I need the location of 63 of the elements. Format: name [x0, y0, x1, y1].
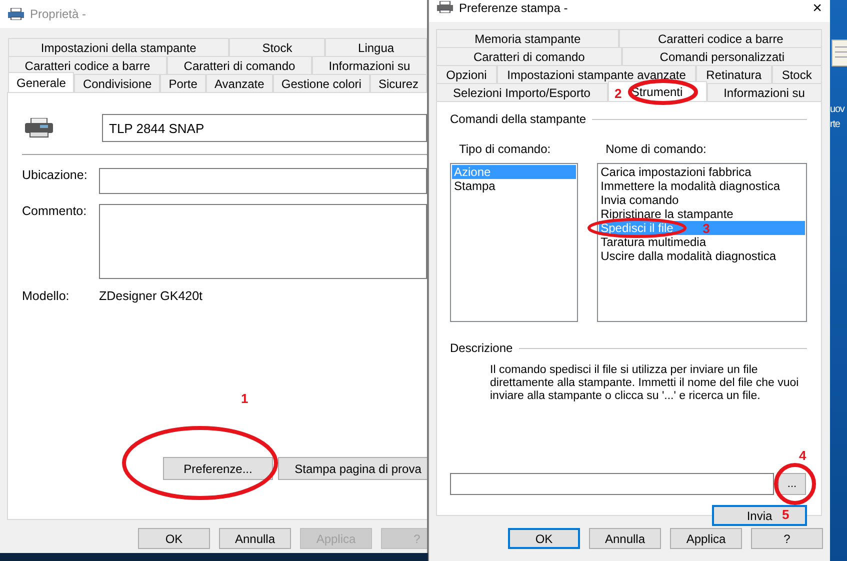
window-title: Proprietà -	[30, 7, 86, 21]
tab[interactable]: Avanzate	[206, 74, 273, 92]
comment-field[interactable]	[99, 204, 427, 279]
list-item[interactable]: Stampa	[452, 179, 576, 193]
tab[interactable]: Condivisione	[74, 74, 160, 92]
browse-button[interactable]: ...	[778, 473, 806, 495]
tab[interactable]: Generale	[8, 72, 74, 92]
dialog-button[interactable]: OK	[508, 528, 580, 549]
list-item[interactable]: Immettere la modalità diagnostica	[598, 179, 805, 193]
list-item[interactable]: Invia comando	[598, 193, 805, 207]
tab[interactable]: Opzioni	[436, 65, 497, 83]
tab[interactable]: Porte	[160, 74, 206, 92]
tab[interactable]: Informazioni su	[312, 56, 427, 74]
dialog-button[interactable]: OK	[138, 528, 210, 549]
tab[interactable]: Retinatura	[696, 65, 772, 83]
tab[interactable]: Memoria stampante	[436, 29, 620, 47]
dialog-button[interactable]: Annulla	[219, 528, 291, 549]
tab[interactable]: Caratteri codice a barre	[8, 56, 167, 74]
printer-icon	[24, 118, 54, 138]
tab[interactable]: Caratteri di comando	[167, 56, 312, 74]
printer-name-field[interactable]: TLP 2844 SNAP	[102, 114, 427, 142]
list-item[interactable]: Carica impostazioni fabbrica	[598, 165, 805, 179]
window-title: Preferenze stampa -	[459, 1, 568, 15]
tab[interactable]: Informazioni su	[706, 83, 822, 101]
tab[interactable]: Caratteri di comando	[436, 47, 622, 65]
description-text: Il comando spedisci il file si utilizza per inviare un file direttamente alla stampante. Immetti il nome del file che vuoi inviare alla stampante o clicca su '...' e ricerca un file.	[490, 364, 800, 403]
list-item[interactable]: Ripristinare la stampante	[598, 207, 805, 221]
desktop-icon-label: rte	[830, 118, 840, 132]
comment-label: Commento:	[22, 204, 88, 220]
tab[interactable]: Sicurez	[370, 74, 427, 92]
tab[interactable]: Lingua	[325, 38, 427, 56]
dialog-button[interactable]: Annulla	[589, 528, 661, 549]
model-label: Modello:	[22, 289, 70, 303]
annotation-number: 2	[614, 86, 622, 101]
tab[interactable]: Stock	[772, 65, 822, 83]
preferences-button[interactable]: Preferenze...	[163, 457, 273, 480]
command-name-label: Nome di comando:	[606, 142, 708, 156]
annotation-number: 3	[702, 221, 710, 236]
tab[interactable]: Stock	[229, 38, 326, 56]
tab[interactable]: Selezioni Importo/Esporto	[436, 83, 608, 101]
annotation-number: 1	[241, 391, 248, 406]
tab[interactable]: Gestione colori	[272, 74, 370, 92]
command-type-label: Tipo di comando:	[459, 142, 552, 156]
group-title: Descrizione	[450, 341, 513, 355]
list-item[interactable]: Taratura multimedia	[598, 235, 805, 249]
list-item[interactable]: Uscire dalla modalità diagnostica	[598, 249, 805, 263]
close-button[interactable]: ×	[812, 1, 822, 17]
annotation-number: 5	[782, 507, 790, 522]
tab[interactable]: Caratteri codice a barre	[619, 29, 822, 47]
desktop-icon-label: uov	[830, 103, 844, 117]
location-field[interactable]	[99, 168, 427, 194]
file-path-field[interactable]	[450, 473, 774, 495]
printer-icon	[8, 8, 24, 20]
preferences-button[interactable]: Stampa pagina di prova	[278, 457, 427, 480]
model-value: ZDesigner GK420t	[99, 289, 203, 303]
location-label: Ubicazione:	[22, 168, 88, 184]
tab[interactable]: Impostazioni stampante avanzate	[496, 65, 696, 83]
group-title: Comandi della stampante	[450, 112, 586, 126]
annotation-number: 4	[799, 448, 806, 463]
dialog-button[interactable]: ?	[751, 528, 823, 549]
tab[interactable]: Comandi personalizzati	[622, 47, 822, 65]
dialog-button[interactable]: Applica	[670, 528, 742, 549]
tab[interactable]: Impostazioni della stampante	[8, 38, 230, 56]
